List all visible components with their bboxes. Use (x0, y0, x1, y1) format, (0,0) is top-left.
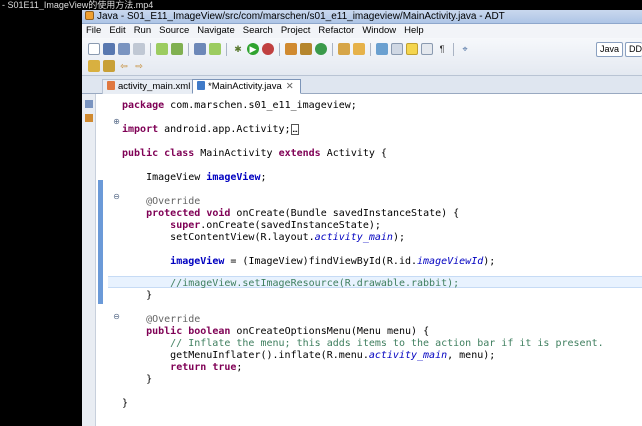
java-file-icon (197, 81, 205, 90)
new-java-project-icon[interactable] (285, 43, 297, 55)
menu-project[interactable]: Project (277, 24, 315, 38)
close-icon[interactable]: ✕ (286, 81, 294, 92)
menu-refactor[interactable]: Refactor (314, 24, 358, 38)
save-icon[interactable] (103, 43, 115, 55)
video-player-title: - S01E11_ImageView的使用方法.mp4 (0, 0, 642, 10)
code-line: import android.app.Activity;… (122, 124, 300, 135)
menu-window[interactable]: Window (358, 24, 400, 38)
code-line: return true; (170, 362, 243, 373)
code-line: @Override (122, 314, 201, 325)
xml-file-icon (107, 81, 115, 90)
new-class-icon[interactable] (315, 43, 327, 55)
quick-diff-change-bar (98, 180, 103, 304)
menu-bar: File Edit Run Source Navigate Search Project Re… (82, 24, 642, 38)
search-icon[interactable] (353, 43, 365, 55)
tab-activity-main-xml[interactable]: activity_main.xml (102, 79, 198, 94)
highlight-icon[interactable] (406, 43, 418, 55)
open-type-icon[interactable] (338, 43, 350, 55)
menu-help[interactable]: Help (400, 24, 428, 38)
code-line: protected void onCreate(Bundle savedInst… (146, 208, 460, 219)
toggle-mark-occurrences-icon[interactable] (376, 43, 388, 55)
adt-app-icon (85, 11, 94, 20)
new-icon[interactable] (88, 43, 100, 55)
editor-left-trim (82, 94, 96, 426)
menu-search[interactable]: Search (239, 24, 277, 38)
expand-icon[interactable]: ⊕ (113, 118, 120, 126)
menu-run[interactable]: Run (130, 24, 155, 38)
next-annotation-icon[interactable] (88, 60, 100, 72)
tab-label: *MainActivity.java (208, 81, 282, 92)
new-package-icon[interactable] (300, 43, 312, 55)
code-line: } (122, 290, 153, 301)
code-line: public class MainActivity extends Activi… (122, 148, 387, 159)
pilcrow-icon[interactable]: ¶ (436, 43, 448, 55)
code-line: } (122, 374, 153, 385)
editor-tab-bar: activity_main.xml *MainActivity.java ✕ (82, 76, 642, 94)
window-title: Java - S01_E11_ImageView/src/com/marsche… (97, 11, 505, 22)
collapse-icon[interactable]: ⊖ (113, 313, 120, 321)
checklist-icon[interactable] (194, 43, 206, 55)
code-line: getMenuInflater().inflate(R.menu.activit… (122, 350, 496, 361)
save-all-icon[interactable] (118, 43, 130, 55)
pin-icon[interactable]: ⌖ (459, 43, 471, 55)
video-letterbox (0, 10, 82, 426)
ddms-perspective-button[interactable]: DDMS (625, 42, 642, 57)
android-sdk-manager-icon[interactable] (156, 43, 168, 55)
code-line: imageView = (ImageView)findViewById(R.id… (170, 256, 496, 267)
run-icon[interactable]: ▶ (247, 43, 259, 55)
external-tools-icon[interactable] (262, 43, 274, 55)
code-line: setContentView(R.layout.activity_main); (122, 232, 405, 243)
code-line: public boolean onCreateOptionsMenu(Menu … (146, 326, 430, 337)
show-whitespace-icon[interactable] (421, 43, 433, 55)
restore-icon[interactable] (85, 114, 93, 122)
code-line: //imageView.setImageResource(R.drawable.… (122, 278, 460, 289)
java-perspective-button[interactable]: Java (596, 42, 624, 57)
maximize-icon[interactable] (85, 100, 93, 108)
main-toolbar: ✱ ▶ ¶ ⌖ ⇦ ⇨ Java DDMS (82, 38, 642, 76)
ddms-perspective-label: DDMS (629, 44, 642, 54)
menu-navigate[interactable]: Navigate (193, 24, 239, 38)
print-icon[interactable] (133, 43, 145, 55)
code-line: ImageView imageView; (122, 172, 267, 183)
avd-manager-icon[interactable] (171, 43, 183, 55)
forward-icon[interactable]: ⇨ (133, 60, 145, 72)
collapse-icon[interactable]: ⊖ (113, 193, 120, 201)
code-line: @Override (122, 196, 201, 207)
back-icon[interactable]: ⇦ (118, 60, 130, 72)
window-titlebar: Java - S01_E11_ImageView/src/com/marsche… (82, 10, 642, 24)
tab-main-activity-java[interactable]: *MainActivity.java ✕ (192, 79, 301, 94)
android-project-icon[interactable] (209, 43, 221, 55)
menu-source[interactable]: Source (155, 24, 193, 38)
menu-file[interactable]: File (82, 24, 105, 38)
code-line: // Inflate the menu; this adds items to … (122, 338, 604, 349)
menu-edit[interactable]: Edit (105, 24, 129, 38)
java-perspective-label: Java (600, 44, 620, 54)
folded-imports-marker: … (290, 124, 300, 135)
tab-label: activity_main.xml (118, 81, 191, 92)
code-line: package com.marschen.s01_e11_imageview; (122, 100, 357, 111)
code-line: super.onCreate(savedInstanceState); (170, 220, 381, 231)
block-selection-icon[interactable] (391, 43, 403, 55)
eclipse-window: Java - S01_E11_ImageView/src/com/marsche… (82, 10, 642, 426)
code-line: } (122, 398, 129, 409)
debug-icon[interactable]: ✱ (232, 43, 244, 55)
previous-annotation-icon[interactable] (103, 60, 115, 72)
